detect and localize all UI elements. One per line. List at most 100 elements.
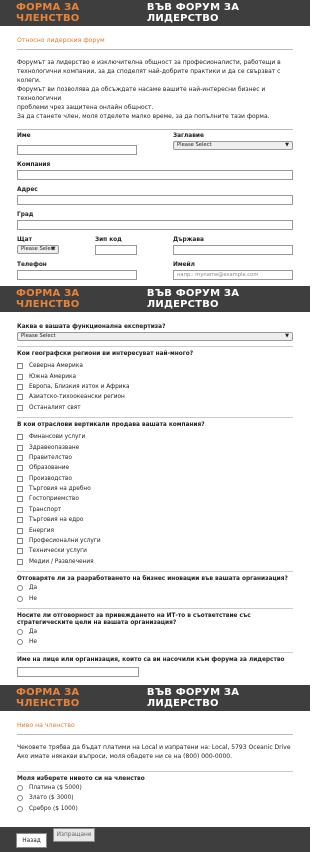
checkbox[interactable]: [17, 404, 23, 411]
checkbox-option[interactable]: Търговия на едро: [17, 515, 293, 525]
state-select[interactable]: Please Select ▼: [17, 245, 59, 254]
back-button[interactable]: Назад: [16, 833, 47, 848]
header-title: ВЪВ ФОРУМ ЗА ЛИДЕРСТВО: [146, 2, 240, 24]
radio-button[interactable]: [17, 585, 23, 592]
checkbox[interactable]: [17, 496, 23, 503]
header-title: ВЪВ ФОРУМ ЗА ЛИДЕРСТВО: [146, 288, 240, 310]
expertise-select[interactable]: Please Select ▼: [17, 332, 293, 341]
name-input[interactable]: [17, 145, 137, 155]
checkbox[interactable]: [17, 538, 23, 545]
form-header: ФОРМА ЗА ЧЛЕНСТВО ВЪВ ФОРУМ ЗА ЛИДЕРСТВО: [0, 684, 310, 711]
address-input[interactable]: [17, 195, 293, 205]
checkbox[interactable]: [17, 454, 23, 461]
option-label: Злато ($ 3000): [29, 795, 74, 802]
checkbox-option[interactable]: Технически услуги: [17, 546, 293, 556]
info-line: Чековете трябва да бъдат платими на Loca…: [17, 743, 291, 751]
company-field-group: Компания: [17, 162, 293, 180]
checkbox[interactable]: [17, 527, 23, 534]
company-input[interactable]: [17, 170, 293, 180]
checkbox[interactable]: [17, 444, 23, 451]
chevron-down-icon: ▼: [285, 142, 289, 148]
checkbox[interactable]: [17, 383, 23, 390]
question-block: Моля изберете нивото си на членство Плат…: [17, 770, 293, 814]
radio-option[interactable]: Да: [17, 627, 293, 637]
checkbox[interactable]: [17, 363, 23, 370]
phone-input[interactable]: [17, 270, 137, 280]
country-input[interactable]: [173, 245, 293, 255]
checkbox-option[interactable]: Здравеопазване: [17, 442, 293, 452]
checkbox-option[interactable]: Образование: [17, 463, 293, 473]
radio-button[interactable]: [17, 595, 23, 602]
phone-label: Телефон: [17, 262, 47, 268]
checkbox[interactable]: [17, 506, 23, 513]
intro-line: технологични компании, за да споделят на…: [17, 68, 281, 84]
checkbox-option[interactable]: Европа, Близкия изток и Африка: [17, 382, 293, 392]
email-input[interactable]: напр.: myname@example.com: [173, 270, 293, 280]
city-input[interactable]: [17, 220, 293, 230]
option-label: Северна Америка: [29, 363, 83, 370]
checkbox[interactable]: [17, 394, 23, 401]
radio-option[interactable]: Сребро ($ 1000): [17, 803, 293, 813]
payment-info: Чековете трябва да бъдат платими на Loca…: [17, 735, 293, 761]
radio-button[interactable]: [17, 784, 23, 791]
checkbox-option[interactable]: Транспорт: [17, 505, 293, 515]
phone-email-row: Телефон Имейл напр.: myname@example.com: [17, 262, 293, 280]
checkbox[interactable]: [17, 434, 23, 441]
checkbox-option[interactable]: Южна Америка: [17, 371, 293, 381]
checkbox[interactable]: [17, 486, 23, 493]
checkbox[interactable]: [17, 465, 23, 472]
radio-button[interactable]: [17, 805, 23, 812]
state-field-group: Щат Please Select ▼: [17, 237, 79, 255]
checkbox-option[interactable]: Финансови услуги: [17, 432, 293, 442]
option-label: Професионални услуги: [29, 538, 101, 545]
checkbox-option[interactable]: Гостоприемство: [17, 494, 293, 504]
checkbox[interactable]: [17, 548, 23, 555]
question-block: Носите ли отговорност за привеждането на…: [17, 607, 293, 648]
radio-option[interactable]: Не: [17, 637, 293, 647]
checkbox-option[interactable]: Останалият свят: [17, 403, 293, 413]
option-label: Европа, Близкия изток и Африка: [29, 383, 130, 390]
section-interests: Каква е вашата функционална експертиза? …: [0, 312, 310, 677]
option-label: Здравеопазване: [29, 444, 80, 451]
checkbox[interactable]: [17, 558, 23, 565]
checkbox-option[interactable]: Правителство: [17, 453, 293, 463]
radio-option[interactable]: Платина ($ 5000): [17, 783, 293, 793]
checkbox-option[interactable]: Производство: [17, 474, 293, 484]
checkbox-option[interactable]: Северна Америка: [17, 361, 293, 371]
radio-option[interactable]: Злато ($ 3000): [17, 793, 293, 803]
chevron-down-icon: ▼: [285, 333, 289, 339]
intro-line: Форумът за лидерство е изключителна общн…: [17, 59, 281, 66]
email-label: Имейл: [173, 262, 195, 268]
expertise-select-value: Please Select: [21, 333, 56, 339]
checkbox-option[interactable]: Енергия: [17, 525, 293, 535]
title-select[interactable]: Please Select ▼: [173, 141, 293, 150]
checkbox[interactable]: [17, 517, 23, 524]
form-header: ФОРМА ЗА ЧЛЕНСТВО ВЪВ ФОРУМ ЗА ЛИДЕРСТВО: [0, 0, 310, 26]
checkbox[interactable]: [17, 475, 23, 482]
title-field-group: Заглавие Please Select ▼: [173, 133, 293, 155]
phone-field-group: Телефон: [17, 262, 137, 280]
submit-button[interactable]: Изпращане: [53, 828, 95, 842]
info-line: Ако имате някакви въпроси, моля обадете …: [17, 752, 232, 760]
question-block: Име на лице или организация, които са ви…: [17, 651, 293, 677]
radio-button[interactable]: [17, 629, 23, 635]
checkbox[interactable]: [17, 373, 23, 380]
question-innovation: Отговаряте ли за разработването на бизне…: [17, 576, 288, 583]
title-select-value: Please Select: [177, 142, 212, 148]
radio-option[interactable]: Не: [17, 593, 293, 603]
header-accent: ФОРМА ЗА ЧЛЕНСТВО: [16, 2, 80, 24]
checkbox-option[interactable]: Търговия на дребно: [17, 484, 293, 494]
checkbox-option[interactable]: Азиатско-тихоокеански регион: [17, 392, 293, 402]
referrer-input[interactable]: [17, 666, 139, 677]
intro-text: Форумът за лидерство е изключителна общн…: [17, 50, 293, 121]
radio-button[interactable]: [17, 639, 23, 646]
radio-option[interactable]: Да: [17, 583, 293, 593]
zip-input[interactable]: [95, 245, 137, 255]
intro-line: За да станете член, моля отделете малко …: [17, 113, 270, 120]
section-subtitle: Ниво на членство: [17, 711, 293, 735]
checkbox-option[interactable]: Медии / Развлечения: [17, 557, 293, 567]
checkbox-option[interactable]: Професионални услуги: [17, 536, 293, 546]
header-accent: ФОРМА ЗА ЧЛЕНСТВО: [16, 288, 80, 310]
name-title-row: Име Заглавие Please Select ▼: [17, 133, 293, 155]
radio-button[interactable]: [17, 795, 23, 802]
